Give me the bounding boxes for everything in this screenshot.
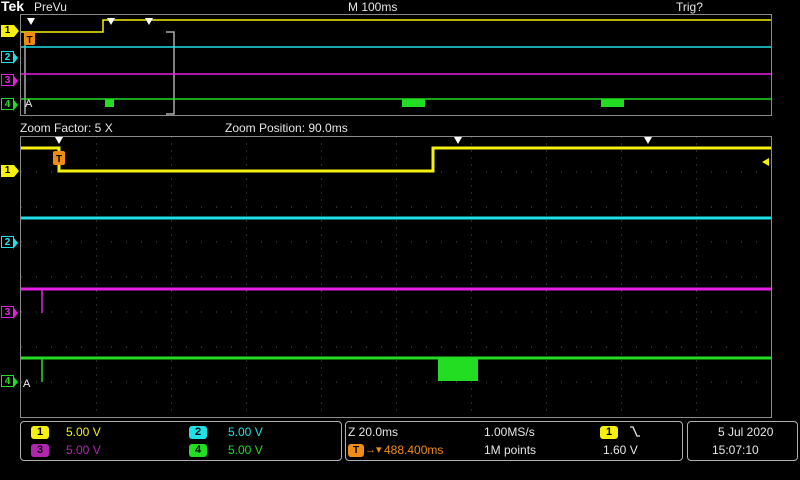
- overview-marker-icon: [27, 18, 35, 25]
- trigger-level-icon: [762, 158, 769, 166]
- brand-logo: Tek: [1, 0, 25, 14]
- trigger-level[interactable]: 1.60 V: [603, 443, 638, 457]
- readout-bar: 1 5.00 V 2 5.00 V 3 5.00 V 4 5.00 V Z 20…: [0, 419, 800, 480]
- date-time-box: 5 Jul 2020 15:07:10: [687, 421, 798, 461]
- channel-scale-box[interactable]: 1 5.00 V 2 5.00 V 3 5.00 V 4 5.00 V: [20, 421, 342, 461]
- zoom-trigger-text: T: [56, 154, 62, 165]
- zoom-ch3-marker[interactable]: 3: [1, 306, 18, 319]
- overview-waveform-window[interactable]: T A: [20, 14, 772, 116]
- status-bar: Tek PreVu M 100ms Trig?: [0, 0, 800, 14]
- ch3-scale[interactable]: 5.00 V: [66, 443, 101, 457]
- record-length[interactable]: 1M points: [484, 443, 536, 457]
- zoom-position: Zoom Position: 90.0ms: [225, 121, 348, 135]
- zoom-waveform-window[interactable]: T A: [20, 136, 772, 418]
- zoom-header: Zoom Factor: 5 X Zoom Position: 90.0ms: [20, 121, 772, 135]
- sample-rate[interactable]: 1.00MS/s: [484, 425, 535, 439]
- trigger-delay-icon: T: [348, 444, 364, 457]
- zoom-marker-icon: [454, 137, 462, 144]
- graticule: [21, 137, 757, 411]
- overview-ch4-ref-label: A: [25, 98, 33, 110]
- zoom-ch2-marker[interactable]: 2: [1, 236, 18, 249]
- overview-ch4-pulse: [601, 99, 624, 107]
- zoom-ch4-pulse: [438, 358, 478, 381]
- overview-ch2-marker[interactable]: 2: [1, 51, 18, 64]
- time: 15:07:10: [712, 443, 759, 457]
- overview-ch1-trace: [21, 19, 771, 33]
- overview-marker-icon: [145, 18, 153, 25]
- overview-traces: T A: [21, 18, 771, 115]
- ch1-badge[interactable]: 1: [31, 426, 49, 439]
- acquisition-box[interactable]: Z 20.0ms T →▾ 488.400ms 1.00MS/s 1M poin…: [345, 421, 683, 461]
- trigger-source-badge[interactable]: 1: [600, 426, 618, 439]
- zoom-ch1-marker[interactable]: 1: [1, 165, 19, 177]
- main-timebase[interactable]: M 100ms: [348, 0, 397, 14]
- zoom-ch4-marker[interactable]: 4: [1, 375, 18, 388]
- falling-edge-icon: [630, 426, 640, 437]
- zoom-ch4-ref-label: A: [23, 378, 31, 390]
- trigger-delay[interactable]: 488.400ms: [384, 443, 443, 457]
- overview-trigger-text: T: [26, 35, 32, 46]
- overview-ch4-pulse: [402, 99, 425, 107]
- trigger-status: Trig?: [676, 0, 703, 14]
- zoom-marker-icon: [644, 137, 652, 144]
- ch2-scale[interactable]: 5.00 V: [228, 425, 263, 439]
- zoom-window-bracket: [24, 31, 175, 115]
- overview-marker-icon: [107, 18, 115, 25]
- delay-arrow-icon: →▾: [365, 444, 382, 456]
- ch3-badge[interactable]: 3: [31, 444, 49, 457]
- acquisition-mode: PreVu: [34, 0, 67, 14]
- zoom-timebase[interactable]: Z 20.0ms: [348, 425, 398, 439]
- ch4-badge[interactable]: 4: [189, 444, 207, 457]
- zoom-factor: Zoom Factor: 5 X: [20, 121, 113, 135]
- overview-ch4-pulse: [105, 99, 114, 107]
- overview-ch3-marker[interactable]: 3: [1, 74, 18, 87]
- ch2-badge[interactable]: 2: [189, 426, 207, 439]
- overview-ch1-marker[interactable]: 1: [1, 25, 19, 37]
- ch4-scale[interactable]: 5.00 V: [228, 443, 263, 457]
- graticule-dots: [21, 137, 757, 411]
- overview-ch4-marker[interactable]: 4: [1, 98, 18, 111]
- date: 5 Jul 2020: [718, 425, 774, 439]
- zoom-marker-icon: [55, 137, 63, 144]
- ch1-scale[interactable]: 5.00 V: [66, 425, 101, 439]
- zoom-traces: T A: [21, 137, 771, 411]
